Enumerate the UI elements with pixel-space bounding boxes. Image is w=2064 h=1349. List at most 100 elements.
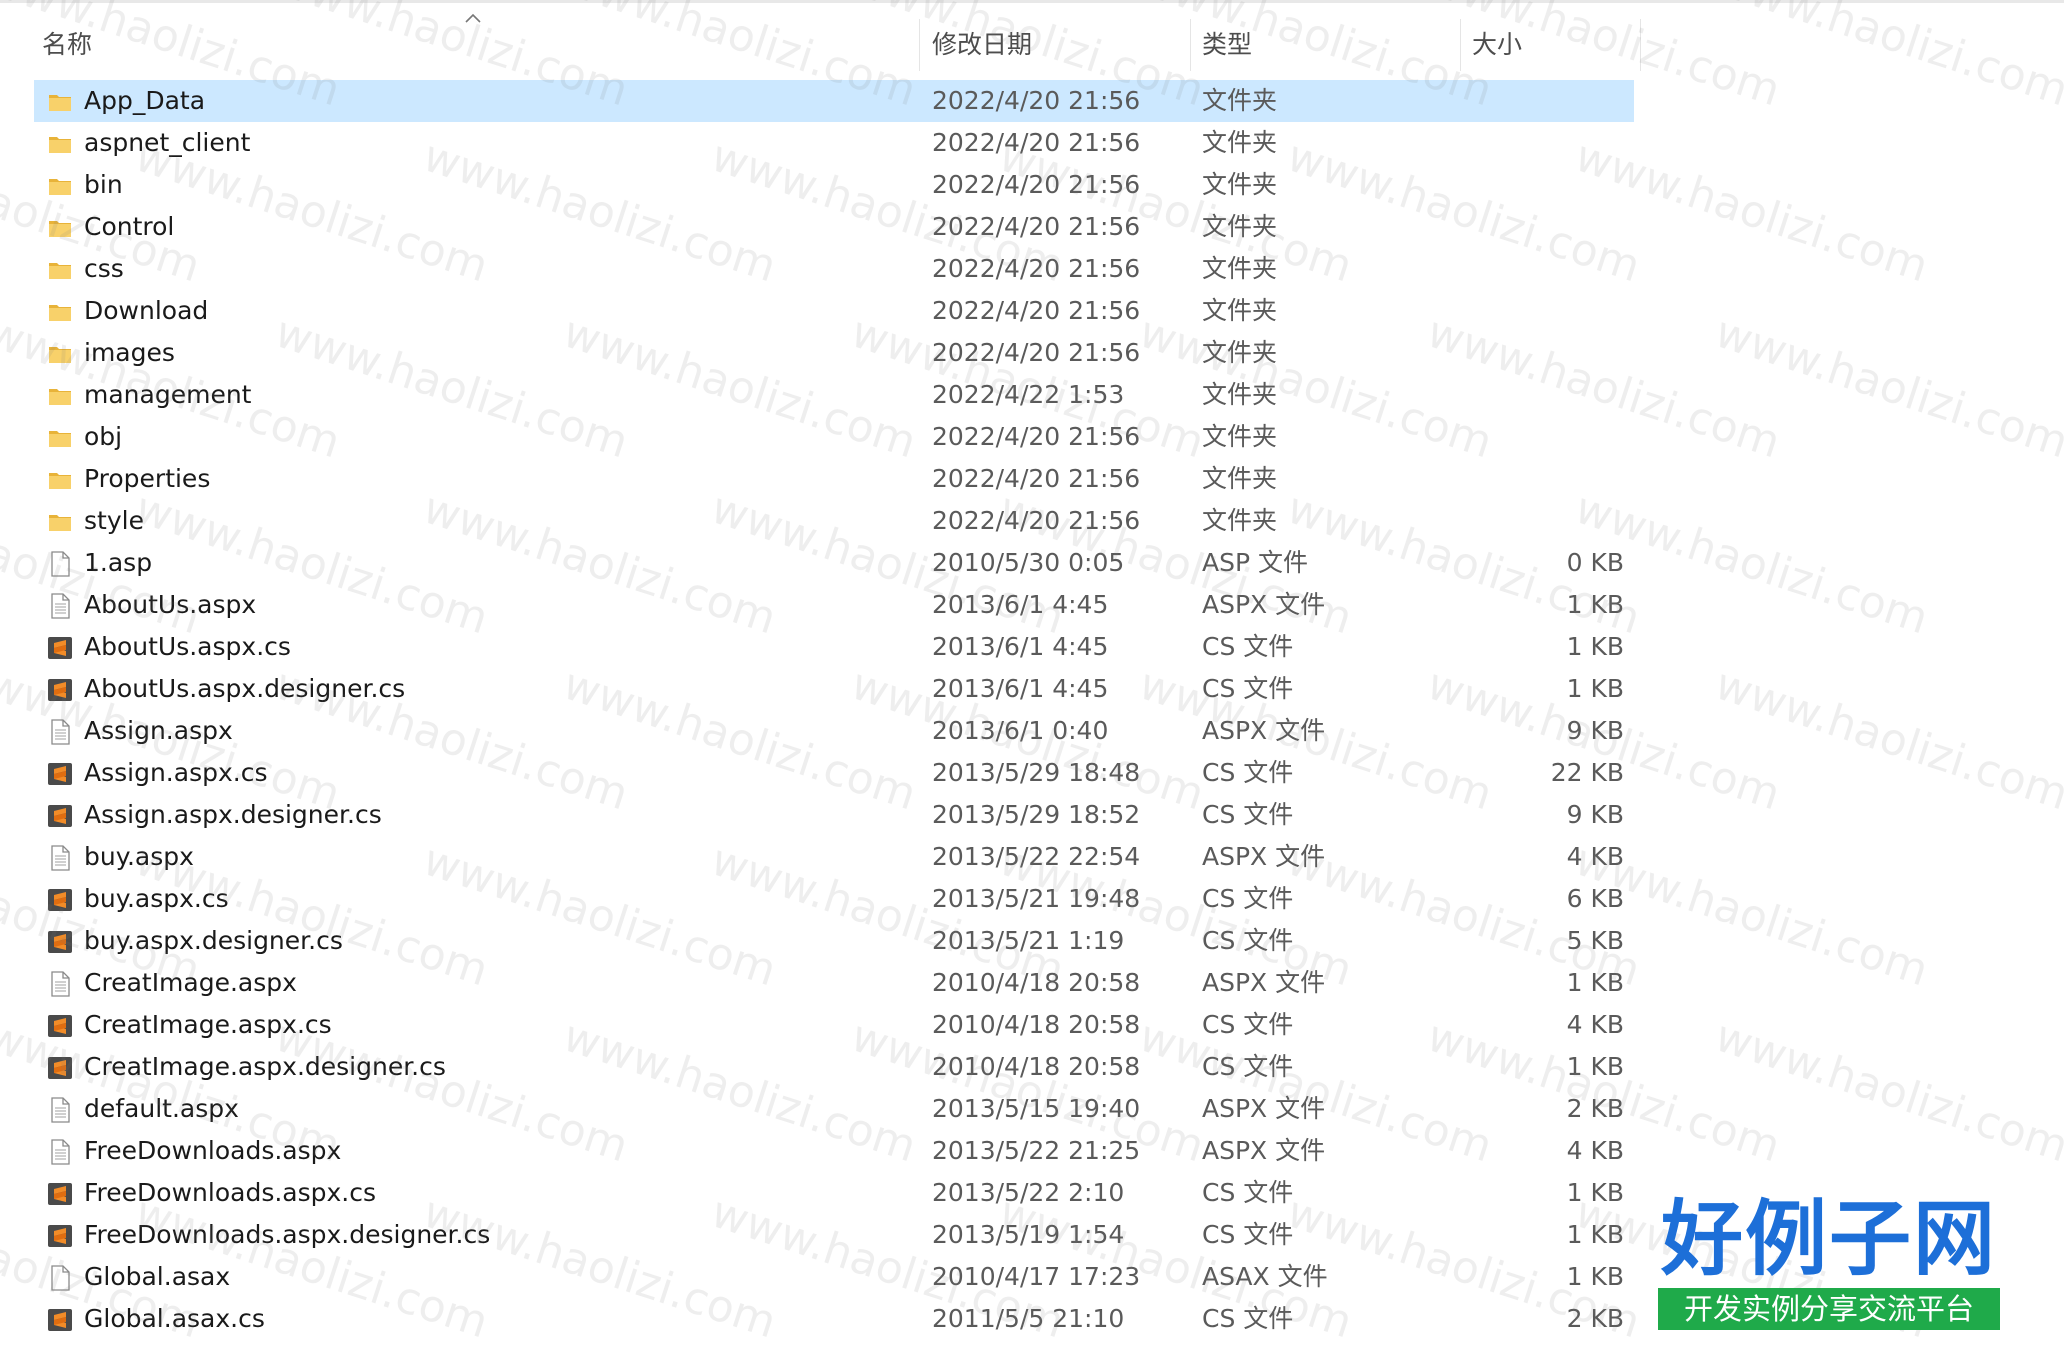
file-type: CS 文件 bbox=[1202, 926, 1294, 955]
file-type: 文件夹 bbox=[1202, 128, 1278, 157]
folder-icon bbox=[46, 171, 74, 199]
file-size: 4 KB bbox=[1566, 842, 1624, 871]
file-row[interactable]: Assign.aspx.designer.cs 2013/5/29 18:52 CS… bbox=[34, 794, 1634, 836]
sublime-file-icon bbox=[46, 1053, 74, 1081]
file-date: 2011/5/5 21:10 bbox=[932, 1304, 1125, 1333]
file-row[interactable]: CreatImage.aspx.cs 2010/4/18 20:58 CS 文件 4 … bbox=[34, 1004, 1634, 1046]
file-row[interactable]: AboutUs.aspx 2013/6/1 4:45 ASPX 文件 1 KB bbox=[34, 584, 1634, 626]
file-date: 2013/5/22 21:25 bbox=[932, 1136, 1141, 1165]
file-row[interactable]: default.aspx 2013/5/15 19:40 ASPX 文件 2 KB bbox=[34, 1088, 1634, 1130]
file-date: 2013/5/15 19:40 bbox=[932, 1094, 1141, 1123]
file-type: ASPX 文件 bbox=[1202, 1094, 1326, 1123]
file-name: aspnet_client bbox=[84, 128, 251, 157]
file-row[interactable]: management 2022/4/22 1:53 文件夹 bbox=[34, 374, 1634, 416]
file-date: 2022/4/20 21:56 bbox=[932, 254, 1141, 283]
file-row[interactable]: FreeDownloads.aspx 2013/5/22 21:25 ASPX 文件… bbox=[34, 1130, 1634, 1172]
file-name: CreatImage.aspx.designer.cs bbox=[84, 1052, 446, 1081]
document-file-icon bbox=[46, 1095, 74, 1123]
file-date: 2013/6/1 4:45 bbox=[932, 632, 1109, 661]
file-date: 2013/5/19 1:54 bbox=[932, 1220, 1125, 1249]
file-date: 2013/5/21 19:48 bbox=[932, 884, 1141, 913]
file-row[interactable]: 1.asp 2010/5/30 0:05 ASP 文件 0 KB bbox=[34, 542, 1634, 584]
file-row[interactable]: FreeDownloads.aspx.cs 2013/5/22 2:10 CS 文件… bbox=[34, 1172, 1634, 1214]
file-row[interactable]: Global.asax.cs 2011/5/5 21:10 CS 文件 2 KB bbox=[34, 1298, 1634, 1340]
file-type: CS 文件 bbox=[1202, 800, 1294, 829]
file-date: 2013/6/1 4:45 bbox=[932, 590, 1109, 619]
file-date: 2013/5/29 18:48 bbox=[932, 758, 1141, 787]
folder-icon bbox=[46, 423, 74, 451]
file-date: 2022/4/20 21:56 bbox=[932, 86, 1141, 115]
folder-icon bbox=[46, 465, 74, 493]
folder-icon bbox=[46, 297, 74, 325]
file-row[interactable]: Assign.aspx.cs 2013/5/29 18:48 CS 文件 22 KB bbox=[34, 752, 1634, 794]
file-size bbox=[1434, 374, 1624, 416]
file-type: 文件夹 bbox=[1202, 380, 1278, 409]
file-type: 文件夹 bbox=[1202, 254, 1278, 283]
file-size: 1 KB bbox=[1566, 632, 1624, 661]
file-row[interactable]: bin 2022/4/20 21:56 文件夹 bbox=[34, 164, 1634, 206]
folder-icon bbox=[46, 129, 74, 157]
file-date: 2010/4/18 20:58 bbox=[932, 968, 1141, 997]
file-row[interactable]: CreatImage.aspx.designer.cs 2010/4/18 20:… bbox=[34, 1046, 1634, 1088]
file-size bbox=[1434, 500, 1624, 542]
file-row[interactable]: AboutUs.aspx.designer.cs 2013/6/1 4:45 CS … bbox=[34, 668, 1634, 710]
file-name: Global.asax.cs bbox=[84, 1304, 265, 1333]
file-name: buy.aspx bbox=[84, 842, 194, 871]
file-size: 1 KB bbox=[1566, 674, 1624, 703]
column-header-date[interactable]: 修改日期 bbox=[920, 3, 1190, 81]
file-row[interactable]: obj 2022/4/20 21:56 文件夹 bbox=[34, 416, 1634, 458]
column-header-size[interactable]: 大小 bbox=[1460, 3, 1640, 81]
file-size: 1 KB bbox=[1566, 1262, 1624, 1291]
file-date: 2022/4/20 21:56 bbox=[932, 338, 1141, 367]
file-row[interactable]: buy.aspx.designer.cs 2013/5/21 1:19 CS 文件 5… bbox=[34, 920, 1634, 962]
file-row[interactable]: css 2022/4/20 21:56 文件夹 bbox=[34, 248, 1634, 290]
file-row[interactable]: FreeDownloads.aspx.designer.cs 2013/5/19 … bbox=[34, 1214, 1634, 1256]
logo-subtitle: 开发实例分享交流平台 bbox=[1658, 1288, 2000, 1330]
file-row[interactable]: App_Data 2022/4/20 21:56 文件夹 bbox=[34, 80, 1634, 122]
blank-file-icon bbox=[46, 549, 74, 577]
file-type: 文件夹 bbox=[1202, 506, 1278, 535]
document-file-icon bbox=[46, 717, 74, 745]
file-name: AboutUs.aspx.designer.cs bbox=[84, 674, 406, 703]
file-row[interactable]: Global.asax 2010/4/17 17:23 ASAX 文件 1 KB bbox=[34, 1256, 1634, 1298]
file-row[interactable]: Assign.aspx 2013/6/1 0:40 ASPX 文件 9 KB bbox=[34, 710, 1634, 752]
file-name: FreeDownloads.aspx bbox=[84, 1136, 342, 1165]
sublime-file-icon bbox=[46, 927, 74, 955]
file-date: 2013/5/22 2:10 bbox=[932, 1178, 1125, 1207]
sublime-file-icon bbox=[46, 1305, 74, 1333]
file-size: 6 KB bbox=[1566, 884, 1624, 913]
file-type: 文件夹 bbox=[1202, 170, 1278, 199]
file-size: 4 KB bbox=[1566, 1136, 1624, 1165]
file-type: CS 文件 bbox=[1202, 758, 1294, 787]
file-name: default.aspx bbox=[84, 1094, 239, 1123]
blank-file-icon bbox=[46, 1263, 74, 1291]
file-date: 2022/4/20 21:56 bbox=[932, 170, 1141, 199]
file-size bbox=[1434, 332, 1624, 374]
column-divider[interactable] bbox=[1640, 19, 1641, 71]
file-name: 1.asp bbox=[84, 548, 153, 577]
file-type: CS 文件 bbox=[1202, 1304, 1294, 1333]
file-name: CreatImage.aspx bbox=[84, 968, 297, 997]
sort-ascending-icon bbox=[465, 13, 481, 23]
file-name: obj bbox=[84, 422, 123, 451]
file-row[interactable]: Control 2022/4/20 21:56 文件夹 bbox=[34, 206, 1634, 248]
file-date: 2022/4/22 1:53 bbox=[932, 380, 1125, 409]
file-row[interactable]: buy.aspx 2013/5/22 22:54 ASPX 文件 4 KB bbox=[34, 836, 1634, 878]
file-row[interactable]: Download 2022/4/20 21:56 文件夹 bbox=[34, 290, 1634, 332]
file-date: 2013/5/29 18:52 bbox=[932, 800, 1141, 829]
file-list: App_Data 2022/4/20 21:56 文件夹 aspnet_client 2… bbox=[34, 80, 1634, 1340]
file-date: 2022/4/20 21:56 bbox=[932, 128, 1141, 157]
file-row[interactable]: buy.aspx.cs 2013/5/21 19:48 CS 文件 6 KB bbox=[34, 878, 1634, 920]
file-type: ASP 文件 bbox=[1202, 548, 1308, 577]
file-row[interactable]: aspnet_client 2022/4/20 21:56 文件夹 bbox=[34, 122, 1634, 164]
file-row[interactable]: style 2022/4/20 21:56 文件夹 bbox=[34, 500, 1634, 542]
file-row[interactable]: Properties 2022/4/20 21:56 文件夹 bbox=[34, 458, 1634, 500]
column-header-type[interactable]: 类型 bbox=[1190, 3, 1460, 81]
file-row[interactable]: CreatImage.aspx 2010/4/18 20:58 ASPX 文件 1 K… bbox=[34, 962, 1634, 1004]
sublime-file-icon bbox=[46, 675, 74, 703]
file-row[interactable]: images 2022/4/20 21:56 文件夹 bbox=[34, 332, 1634, 374]
folder-icon bbox=[46, 213, 74, 241]
file-size: 1 KB bbox=[1566, 590, 1624, 619]
file-type: ASPX 文件 bbox=[1202, 1136, 1326, 1165]
file-row[interactable]: AboutUs.aspx.cs 2013/6/1 4:45 CS 文件 1 KB bbox=[34, 626, 1634, 668]
